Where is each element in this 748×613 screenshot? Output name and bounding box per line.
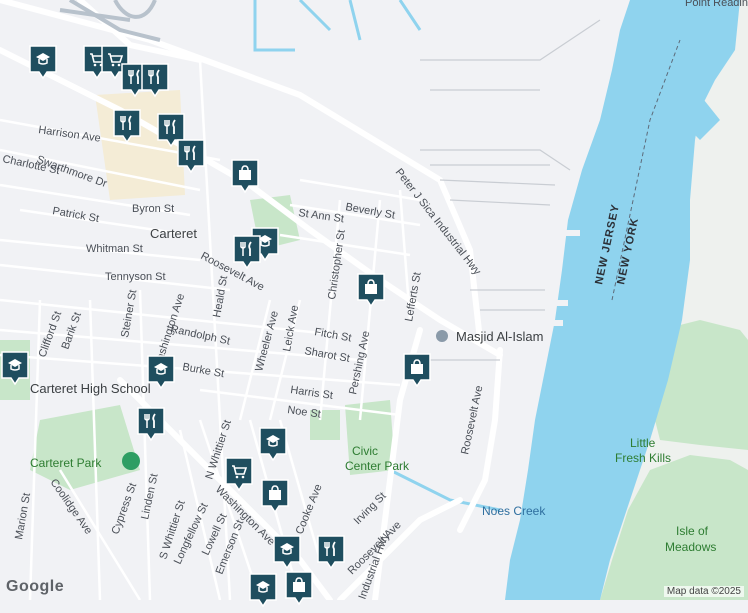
restaurant-icon bbox=[317, 535, 345, 570]
mosque-label: Masjid Al-Islam bbox=[456, 329, 543, 344]
map-attribution[interactable]: Map data ©2025 bbox=[663, 586, 744, 597]
poi-pin-restaurant[interactable] bbox=[176, 138, 206, 174]
island1-label-2: Fresh Kills bbox=[615, 451, 671, 465]
poi-pin-shopping-bag[interactable] bbox=[230, 158, 260, 194]
civic-park-label-2: Center Park bbox=[345, 459, 410, 473]
restaurant-icon bbox=[233, 235, 261, 270]
island2-label-2: Meadows bbox=[665, 540, 716, 554]
island2-label-1: Isle of bbox=[676, 524, 709, 538]
google-logo: Google bbox=[6, 578, 65, 595]
poi-pin-restaurant[interactable] bbox=[232, 234, 262, 270]
poi-pin-school[interactable] bbox=[146, 354, 176, 390]
poi-pin-restaurant[interactable] bbox=[140, 62, 170, 98]
restaurant-icon bbox=[113, 109, 141, 144]
school-icon bbox=[249, 573, 277, 608]
street-label-byron: Byron St bbox=[132, 203, 174, 215]
restaurant-icon bbox=[141, 63, 169, 98]
poi-pin-school[interactable] bbox=[258, 426, 288, 462]
poi-pin-shopping-cart[interactable] bbox=[224, 456, 254, 492]
high-school-label: Carteret High School bbox=[30, 381, 151, 396]
poi-pin-restaurant[interactable] bbox=[136, 406, 166, 442]
shopping-cart-icon bbox=[225, 457, 253, 492]
poi-pin-restaurant[interactable] bbox=[112, 108, 142, 144]
town-label: Carteret bbox=[150, 226, 197, 241]
island1-label-1: Little bbox=[630, 436, 656, 450]
poi-pin-shopping-bag[interactable] bbox=[356, 272, 386, 308]
shopping-bag-icon bbox=[285, 571, 313, 606]
shopping-bag-icon bbox=[231, 159, 259, 194]
poi-pin-shopping-bag[interactable] bbox=[402, 352, 432, 388]
school-icon bbox=[29, 45, 57, 80]
poi-pin-restaurant[interactable] bbox=[316, 534, 346, 570]
shopping-bag-icon bbox=[261, 479, 289, 514]
mosque-icon bbox=[436, 330, 448, 342]
poi-pin-school[interactable] bbox=[248, 572, 278, 608]
poi-pin-school[interactable] bbox=[0, 350, 30, 386]
poi-pin-shopping-bag[interactable] bbox=[284, 570, 314, 606]
restaurant-icon bbox=[177, 139, 205, 174]
school-icon bbox=[259, 427, 287, 462]
poi-pin-school[interactable] bbox=[272, 534, 302, 570]
school-icon bbox=[147, 355, 175, 390]
street-label-tennyson: Tennyson St bbox=[105, 271, 166, 283]
shopping-bag-icon bbox=[357, 273, 385, 308]
restaurant-icon bbox=[137, 407, 165, 442]
school-icon bbox=[273, 535, 301, 570]
school-icon bbox=[1, 351, 29, 386]
noes-creek-label: Noes Creek bbox=[482, 504, 546, 518]
carteret-park-label: Carteret Park bbox=[30, 456, 102, 470]
point-label: Point Reading bbox=[685, 0, 748, 9]
park-tree-icon bbox=[122, 452, 140, 470]
street-label-whitman: Whitman St bbox=[86, 243, 143, 255]
poi-pin-school[interactable] bbox=[28, 44, 58, 80]
civic-park-label-1: Civic bbox=[352, 444, 378, 458]
shopping-bag-icon bbox=[403, 353, 431, 388]
poi-pin-shopping-bag[interactable] bbox=[260, 478, 290, 514]
